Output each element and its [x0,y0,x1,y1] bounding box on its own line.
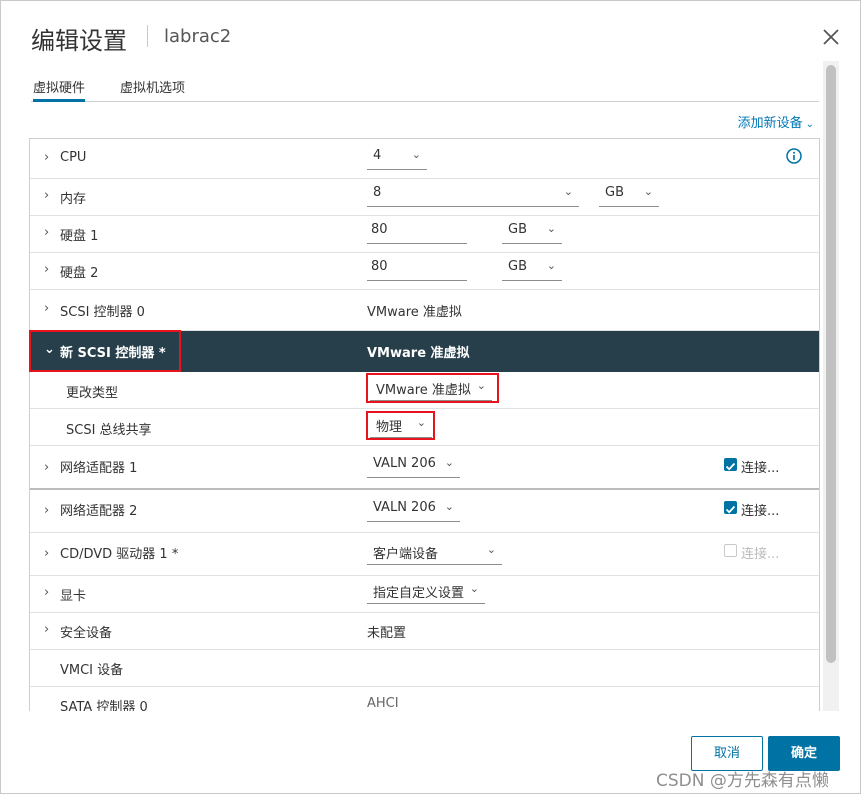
chevron-right-icon[interactable]: › [44,503,49,518]
video-card-select[interactable]: 指定自定义设置 ⌄ [367,582,485,604]
chevron-down-icon: ⌄ [411,148,421,161]
network-2-value: VALN 206 [373,500,436,515]
sata-0-label: SATA 控制器 0 [60,700,148,711]
network-1-value: VALN 206 [373,456,436,471]
watermark: CSDN @方先森有点懒 [656,771,829,791]
chevron-down-icon: ⌄ [563,185,573,198]
chevron-down-icon: ⌄ [805,119,814,130]
chevron-down-icon: ⌄ [546,222,556,235]
highlight-new-scsi [29,330,181,372]
chevron-right-icon[interactable]: › [44,460,49,475]
disk-2-size-input[interactable]: 80 [367,259,467,281]
tab-bar: 虚拟硬件 虚拟机选项 [31,75,819,102]
disk-1-size-input[interactable]: 80 [367,222,467,244]
scsi-0-value: VMware 准虚拟 [367,305,462,320]
cd-dvd-value: 客户端设备 [373,547,439,562]
chevron-right-icon[interactable]: › [44,622,49,637]
network-2-select[interactable]: VALN 206 ⌄ [367,500,460,522]
video-card-value: 指定自定义设置 [373,586,465,601]
row-memory[interactable]: › 内存 8 ⌄ GB ⌄ [30,179,819,216]
row-security-device[interactable]: › 安全设备 未配置 [30,613,819,650]
highlight-bus-sharing [366,411,435,440]
tab-virtual-hardware[interactable]: 虚拟硬件 [33,77,86,102]
chevron-down-icon: ⌄ [546,259,556,272]
add-new-device-button[interactable]: 添加新设备 ⌄ [738,112,814,131]
row-scsi-controller-0[interactable]: › SCSI 控制器 0 VMware 准虚拟 [30,290,819,331]
checkmark-icon [725,505,736,514]
memory-value: 8 [373,185,382,200]
info-icon[interactable] [786,148,802,164]
network-1-connect-checkbox[interactable] [724,458,737,471]
close-icon[interactable] [819,25,843,49]
memory-label: 内存 [60,192,87,207]
cd-dvd-connect-label: 连接... [741,547,780,562]
disk-2-unit-select[interactable]: GB ⌄ [502,259,562,281]
cd-dvd-connect-checkbox [724,544,737,557]
cpu-value: 4 [373,148,382,163]
security-device-label: 安全设备 [60,626,113,641]
disk-1-unit: GB [508,222,527,237]
chevron-right-icon[interactable]: › [44,585,49,600]
cpu-label: CPU [60,150,87,165]
network-1-label: 网络适配器 1 [60,461,138,476]
cd-dvd-label: CD/DVD 驱动器 1 * [60,547,179,562]
row-disk-1[interactable]: › 硬盘 1 80 GB ⌄ [30,216,819,253]
vmci-label: VMCI 设备 [60,663,124,678]
chevron-right-icon[interactable]: › [44,301,49,316]
network-2-connect-checkbox[interactable] [724,501,737,514]
memory-unit: GB [605,185,624,200]
row-cpu[interactable]: › CPU 4 ⌄ [30,139,819,179]
network-1-select[interactable]: VALN 206 ⌄ [367,456,460,478]
change-type-label: 更改类型 [66,386,119,401]
row-sata-controller-0[interactable]: SATA 控制器 0 AHCI [30,687,819,711]
chevron-right-icon[interactable]: › [44,262,49,277]
disk-1-unit-select[interactable]: GB ⌄ [502,222,562,244]
scrollbar[interactable] [823,61,839,711]
network-2-connect-label: 连接... [741,504,780,519]
dialog-title: 编辑设置 [31,27,127,55]
title-separator [147,25,148,47]
row-vmci-device: VMCI 设备 [30,650,819,687]
chevron-down-icon: ⌄ [469,582,479,595]
cd-dvd-select[interactable]: 客户端设备 ⌄ [367,543,502,565]
vm-name: labrac2 [164,26,232,47]
add-new-device-label: 添加新设备 [737,116,803,131]
cpu-select[interactable]: 4 ⌄ [367,148,427,170]
disk-2-unit: GB [508,259,527,274]
memory-unit-select[interactable]: GB ⌄ [599,185,659,207]
edit-settings-dialog: 编辑设置 labrac2 虚拟硬件 虚拟机选项 添加新设备 ⌄ › CPU 4 ⌄ [0,0,861,794]
row-disk-2[interactable]: › 硬盘 2 80 GB ⌄ [30,253,819,290]
sata-0-value: AHCI [367,696,399,711]
row-network-adapter-1[interactable]: › 网络适配器 1 VALN 206 ⌄ 连接... [30,446,819,490]
security-device-value: 未配置 [367,626,407,641]
chevron-down-icon: ⌄ [444,500,454,513]
network-1-connect-label: 连接... [741,461,780,476]
scrollbar-thumb[interactable] [826,65,836,663]
chevron-down-icon: ⌄ [643,185,653,198]
tab-vm-options[interactable]: 虚拟机选项 [120,77,185,99]
row-video-card[interactable]: › 显卡 指定自定义设置 ⌄ [30,576,819,613]
memory-select[interactable]: 8 ⌄ [367,185,579,207]
scsi-0-label: SCSI 控制器 0 [60,305,145,320]
video-card-label: 显卡 [60,589,87,604]
chevron-right-icon[interactable]: › [44,225,49,240]
bus-sharing-label: SCSI 总线共享 [66,423,152,438]
chevron-right-icon[interactable]: › [44,150,49,165]
new-scsi-value: VMware 准虚拟 [367,346,470,361]
chevron-down-icon: ⌄ [486,543,496,556]
chevron-right-icon[interactable]: › [44,188,49,203]
disk-2-label: 硬盘 2 [60,266,99,281]
highlight-change-type [366,373,499,403]
chevron-down-icon: ⌄ [444,456,454,469]
chevron-right-icon[interactable]: › [44,546,49,561]
row-cd-dvd-drive-1[interactable]: › CD/DVD 驱动器 1 * 客户端设备 ⌄ 连接... [30,533,819,576]
disk-1-label: 硬盘 1 [60,229,99,244]
network-2-label: 网络适配器 2 [60,504,138,519]
checkmark-icon [725,462,736,471]
row-network-adapter-2[interactable]: › 网络适配器 2 VALN 206 ⌄ 连接... [30,490,819,533]
